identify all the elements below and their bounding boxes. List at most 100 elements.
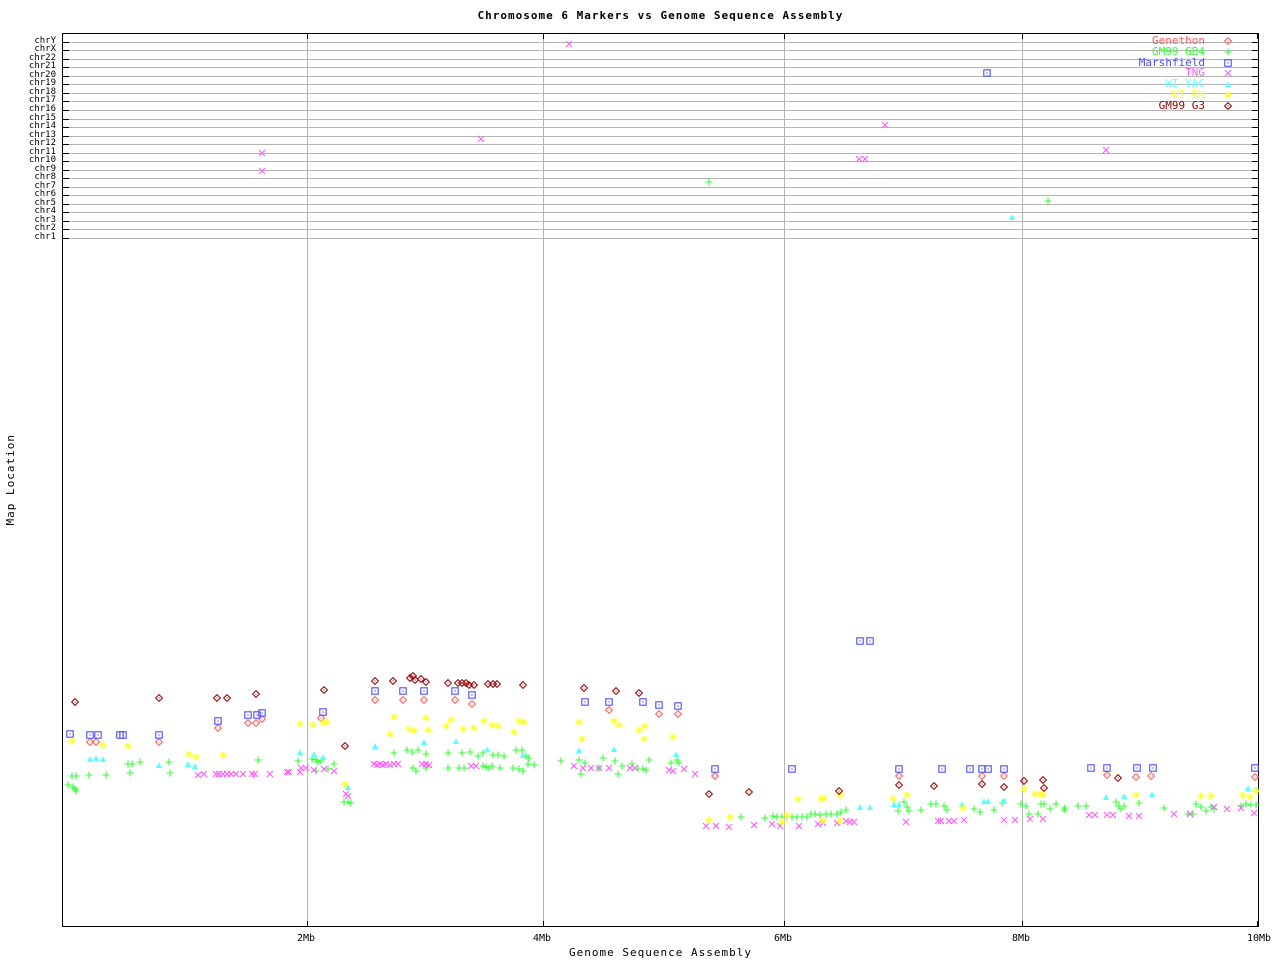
data-point-gm99-g3 bbox=[612, 687, 620, 695]
plus-marker-icon bbox=[1022, 802, 1030, 810]
y-axis-tick-right bbox=[1252, 204, 1258, 205]
data-point-wi-rh bbox=[192, 753, 200, 761]
plus-marker-icon bbox=[894, 807, 902, 815]
plus-marker-icon bbox=[390, 749, 398, 757]
data-point-gm99-gb4 bbox=[1160, 804, 1168, 812]
x-marker-icon bbox=[1135, 812, 1143, 820]
data-point-gm99-gb4 bbox=[614, 770, 622, 778]
data-point-wi-rh bbox=[783, 811, 791, 819]
diamond-marker-icon bbox=[1224, 37, 1232, 45]
data-point-gm99-gb4 bbox=[1082, 802, 1090, 810]
triangle-legend-icon bbox=[1224, 80, 1232, 88]
plus-marker-icon bbox=[642, 766, 650, 774]
chromosome-row-gridline bbox=[63, 144, 1258, 145]
triangle-marker-icon bbox=[191, 763, 199, 769]
diamond-marker-icon bbox=[605, 706, 613, 714]
data-point-gm99-g3 bbox=[635, 689, 643, 697]
y-axis-tick-left bbox=[63, 119, 69, 120]
data-point-tng bbox=[1210, 803, 1218, 811]
data-point-gm99-gb4 bbox=[917, 806, 925, 814]
square-marker-icon bbox=[895, 765, 903, 773]
data-point-marshfield bbox=[1133, 764, 1141, 772]
plot-area bbox=[62, 33, 1260, 927]
square-marker-icon bbox=[1133, 764, 1141, 772]
diamond-marker-icon bbox=[612, 687, 620, 695]
data-point-wi-rh bbox=[386, 730, 394, 738]
data-point-wi-yac bbox=[452, 737, 460, 745]
data-point-marshfield bbox=[655, 701, 663, 709]
chromosome-row-gridline bbox=[63, 153, 1258, 154]
data-point-gm99-gb4 bbox=[254, 756, 262, 764]
data-point-genethon bbox=[468, 700, 476, 708]
data-point-wi-rh bbox=[390, 713, 398, 721]
chromosome-row-gridline bbox=[63, 204, 1258, 205]
plus-marker-icon bbox=[128, 760, 136, 768]
square-marker-icon bbox=[983, 69, 991, 77]
data-point-gm99-gb4 bbox=[1022, 802, 1030, 810]
data-point-marshfield bbox=[86, 731, 94, 739]
data-point-tng bbox=[258, 149, 266, 157]
asterisk-marker-icon bbox=[422, 714, 430, 722]
data-point-gm99-g3 bbox=[341, 742, 349, 750]
diamond-marker-icon bbox=[711, 772, 719, 780]
y-axis-tick-left bbox=[63, 67, 69, 68]
diamond-marker-icon bbox=[745, 788, 753, 796]
x-axis-tick-bottom bbox=[1257, 921, 1258, 926]
triangle-marker-icon bbox=[371, 743, 379, 749]
triangle-marker-icon bbox=[296, 749, 304, 755]
plus-marker-icon bbox=[557, 757, 565, 765]
diamond-marker-icon bbox=[399, 696, 407, 704]
triangle-marker-icon bbox=[1224, 81, 1232, 88]
asterisk-marker-icon bbox=[68, 737, 76, 745]
diamond-marker-icon bbox=[223, 694, 231, 702]
asterisk-marker-icon bbox=[669, 733, 677, 741]
data-point-gm99-g3 bbox=[1020, 777, 1028, 785]
x-marker-icon bbox=[302, 764, 310, 772]
data-point-tng bbox=[1223, 805, 1231, 813]
plus-marker-icon bbox=[614, 770, 622, 778]
data-point-gm99-gb4 bbox=[85, 771, 93, 779]
data-point-wi-yac bbox=[1148, 790, 1156, 798]
data-point-tng bbox=[1109, 811, 1117, 819]
x-marker-icon bbox=[1210, 803, 1218, 811]
x-marker-icon bbox=[950, 817, 958, 825]
diamond-marker-icon bbox=[580, 684, 588, 692]
data-point-wi-yac bbox=[99, 755, 107, 763]
plus-marker-icon bbox=[519, 767, 527, 775]
asterisk-marker-icon bbox=[641, 722, 649, 730]
data-point-gm99-gb4 bbox=[737, 813, 745, 821]
data-point-wi-rh bbox=[1197, 792, 1205, 800]
diamond-marker-icon bbox=[1114, 774, 1122, 782]
asterisk-marker-icon bbox=[794, 795, 802, 803]
data-point-marshfield bbox=[639, 698, 647, 706]
plus-marker-icon bbox=[599, 754, 607, 762]
y-axis-tick-right bbox=[1252, 110, 1258, 111]
data-point-gm99-gb4 bbox=[458, 749, 466, 757]
x-axis-tick-bottom bbox=[543, 921, 544, 926]
diamond-marker-icon bbox=[444, 679, 452, 687]
plus-marker-icon bbox=[102, 771, 110, 779]
diamond-marker-icon bbox=[978, 772, 986, 780]
square-marker-icon bbox=[1224, 58, 1232, 67]
data-point-marshfield bbox=[938, 765, 946, 773]
square-marker-icon bbox=[674, 702, 682, 710]
triangle-marker-icon bbox=[310, 751, 318, 757]
data-point-marshfield bbox=[581, 698, 589, 706]
data-point-gm99-g3 bbox=[213, 694, 221, 702]
triangle-marker-icon bbox=[483, 746, 491, 752]
data-point-genethon bbox=[451, 696, 459, 704]
data-point-gm99-gb4 bbox=[1120, 802, 1128, 810]
square-marker-icon bbox=[639, 698, 647, 706]
data-point-wi-rh bbox=[1252, 787, 1260, 795]
x-marker-icon bbox=[1039, 815, 1047, 823]
data-point-tng bbox=[850, 818, 858, 826]
diamond-marker-icon bbox=[1000, 783, 1008, 791]
square-marker-icon bbox=[984, 765, 992, 773]
y-axis-labels: chrY chrX chr22 chr21 chr20 chr19 chr18 chr17 ch… bbox=[0, 0, 58, 960]
plus-marker-icon bbox=[1252, 801, 1260, 809]
diamond-marker-icon bbox=[252, 690, 260, 698]
data-point-tng bbox=[1237, 804, 1245, 812]
data-point-wi-yac bbox=[610, 745, 618, 753]
data-point-tng bbox=[310, 766, 318, 774]
x-axis-tick-bottom bbox=[784, 921, 785, 926]
